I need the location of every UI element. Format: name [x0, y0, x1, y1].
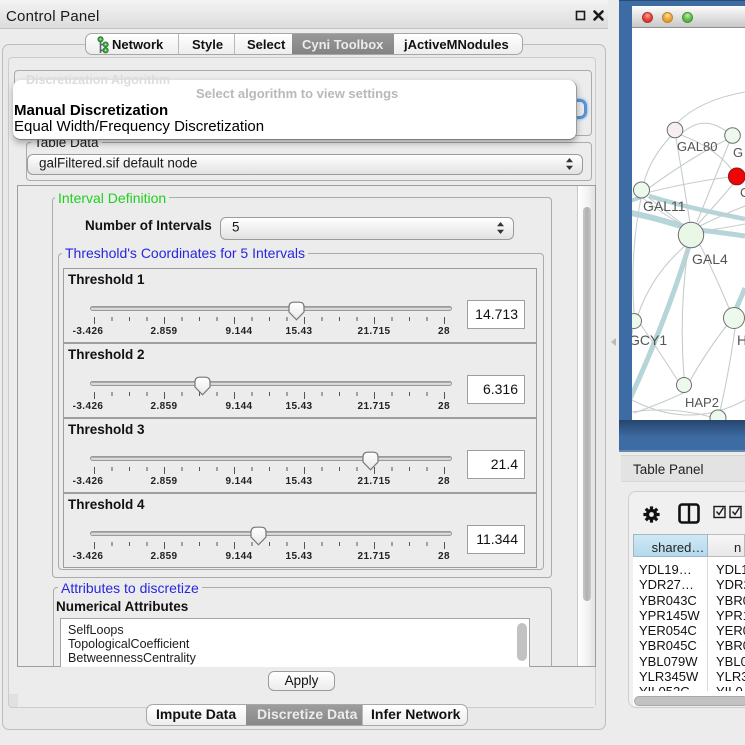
- svg-text:GAL11: GAL11: [643, 198, 686, 214]
- svg-text:GAL80: GAL80: [677, 139, 717, 154]
- svg-text:HAP2: HAP2: [685, 395, 719, 410]
- svg-text:G: G: [733, 145, 743, 160]
- svg-text:GAL4: GAL4: [692, 251, 728, 267]
- svg-text:C: C: [740, 185, 745, 200]
- svg-text:GCY1: GCY1: [632, 332, 667, 348]
- svg-text:H: H: [737, 332, 745, 348]
